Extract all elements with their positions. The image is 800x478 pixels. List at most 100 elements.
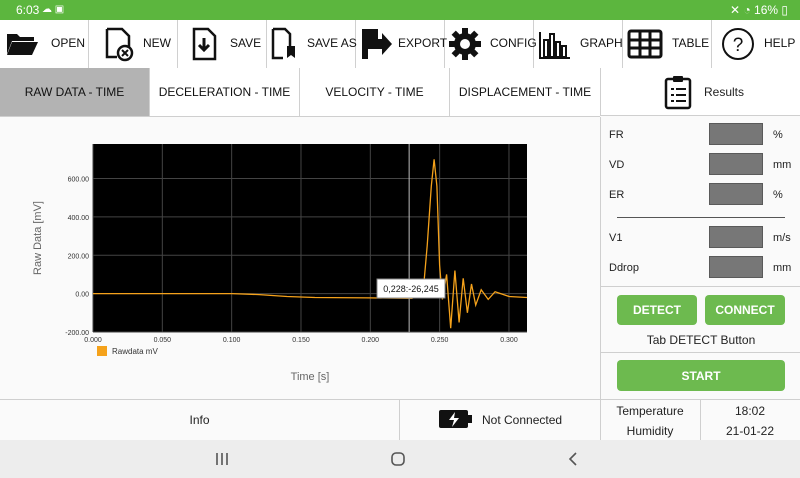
bottom-bar: Info Not Connected Temperature Humidity …: [0, 399, 800, 441]
mute-icon: ✕: [730, 3, 744, 17]
graph-button[interactable]: GRAPH: [534, 20, 623, 68]
battery-icon: ▯: [778, 3, 788, 17]
tab-raw-data-time[interactable]: RAW DATA - TIME: [0, 68, 150, 116]
vd-label: VD: [609, 159, 625, 171]
section-divider: [601, 286, 800, 287]
table-icon: [627, 29, 663, 59]
folder-icon: [7, 34, 38, 55]
home-icon[interactable]: [390, 451, 406, 467]
temperature-label: Temperature: [616, 404, 684, 418]
v1-unit: m/s: [773, 232, 791, 244]
help-label: HELP: [764, 36, 796, 50]
table-button[interactable]: TABLE: [623, 20, 712, 68]
vd-unit: mm: [773, 159, 792, 171]
x-tick-label: 0.100: [223, 337, 241, 344]
info-label[interactable]: Info: [0, 400, 399, 441]
y-tick-label: -200.00: [65, 330, 89, 337]
detect-hint: Tab DETECT Button: [646, 333, 756, 347]
vd-value-box: [709, 153, 763, 175]
x-tick-label: 0.300: [500, 337, 518, 344]
graph-label: GRAPH: [580, 36, 623, 50]
save-icon: [192, 27, 217, 61]
status-notification-icons: ☁ ▣: [42, 4, 65, 15]
bar-graph-icon: [539, 32, 570, 59]
fr-label: FR: [609, 129, 624, 141]
export-icon: [362, 29, 392, 59]
results-header: Results: [600, 68, 800, 116]
y-tick-label: 0.00: [75, 292, 89, 299]
open-button[interactable]: OPEN: [0, 20, 89, 68]
ddrop-value-box: [709, 256, 763, 278]
config-button[interactable]: CONFIG: [445, 20, 537, 68]
x-axis-title: Time [s]: [291, 371, 330, 383]
er-label: ER: [609, 189, 625, 201]
legend-label: Rawdata mV: [112, 347, 158, 356]
help-button[interactable]: ? HELP: [712, 20, 800, 68]
wifi-icon: ◔: [743, 3, 755, 17]
x-tick-label: 0.200: [362, 337, 380, 344]
connect-button[interactable]: CONNECT: [705, 295, 785, 325]
gear-icon: [449, 28, 481, 60]
save-as-icon: [271, 27, 295, 60]
tooltip-text: 0,228:-26,245: [383, 284, 439, 294]
back-icon[interactable]: [566, 451, 582, 467]
er-unit: %: [773, 189, 783, 201]
v1-label: V1: [609, 232, 623, 244]
y-tick-label: 200.00: [68, 253, 90, 260]
y-tick-label: 600.00: [68, 177, 90, 184]
recent-apps-icon[interactable]: [214, 451, 230, 467]
results-divider: [617, 217, 785, 218]
status-bar: 6:03 ☁ ▣ ✕ ◔ 16% ▯: [0, 0, 800, 20]
help-icon: ?: [722, 28, 754, 60]
new-label: NEW: [143, 36, 171, 50]
export-button[interactable]: EXPORT: [356, 20, 448, 68]
export-label: EXPORT: [398, 36, 448, 50]
y-axis-title: Raw Data [mV]: [32, 201, 44, 275]
v1-value-box: [709, 226, 763, 248]
detect-button[interactable]: DETECT: [617, 295, 697, 325]
tab-displacement-time[interactable]: DISPLACEMENT - TIME: [450, 68, 600, 116]
raw-data-chart[interactable]: 0.000 0.050 0.100 0.150 0.200 0.250 0.300 -200.…: [0, 117, 600, 399]
x-tick-label: 0.250: [431, 337, 449, 344]
ddrop-unit: mm: [773, 262, 792, 274]
x-tick-label: 0.000: [84, 337, 102, 344]
open-label: OPEN: [51, 36, 86, 50]
config-label: CONFIG: [490, 36, 537, 50]
start-button[interactable]: START: [617, 360, 785, 391]
system-nav-bar: [0, 440, 800, 478]
tab-velocity-time[interactable]: VELOCITY - TIME: [300, 68, 450, 116]
save-as-label: SAVE AS: [307, 36, 357, 50]
fr-value-box: [709, 123, 763, 145]
section-divider-2: [601, 352, 800, 353]
humidity-value: 21-01-22: [725, 424, 775, 438]
plot-area: [93, 144, 527, 332]
toolbar: OPEN NEW SAVE SAVE AS EXPORT CONFIG GRAP…: [0, 20, 800, 69]
svg-text:?: ?: [733, 35, 744, 56]
status-time: 6:03: [16, 3, 40, 17]
view-tabs: RAW DATA - TIME DECELERATION - TIME VELO…: [0, 68, 600, 117]
er-value-box: [709, 183, 763, 205]
new-file-icon: [105, 27, 134, 62]
table-label: TABLE: [672, 36, 710, 50]
legend-swatch: [97, 346, 107, 356]
humidity-label: Humidity: [626, 424, 674, 438]
bottom-divider: [399, 400, 400, 441]
clipboard-icon: [664, 76, 692, 110]
x-tick-label: 0.150: [292, 337, 310, 344]
battery-percent: 16%: [754, 3, 779, 17]
battery-charging-icon: [439, 410, 472, 428]
fr-unit: %: [773, 129, 783, 141]
save-label: SAVE: [230, 36, 262, 50]
y-tick-label: 400.00: [68, 215, 90, 222]
results-title: Results: [704, 85, 745, 99]
save-button[interactable]: SAVE: [178, 20, 267, 68]
results-panel: FR % VD mm ER % V1 m/s Ddrop mm DETECT C…: [600, 117, 800, 399]
chart-panel: 0.000 0.050 0.100 0.150 0.200 0.250 0.300 -200.…: [0, 117, 600, 399]
x-tick-label: 0.050: [154, 337, 172, 344]
tab-deceleration-time[interactable]: DECELERATION - TIME: [150, 68, 300, 116]
status-right: ✕ ◔ 16% ▯: [730, 3, 788, 17]
connection-status: Not Connected: [482, 413, 563, 427]
temperature-value: 18:02: [734, 404, 766, 418]
save-as-button[interactable]: SAVE AS: [267, 20, 357, 68]
new-button[interactable]: NEW: [89, 20, 178, 68]
